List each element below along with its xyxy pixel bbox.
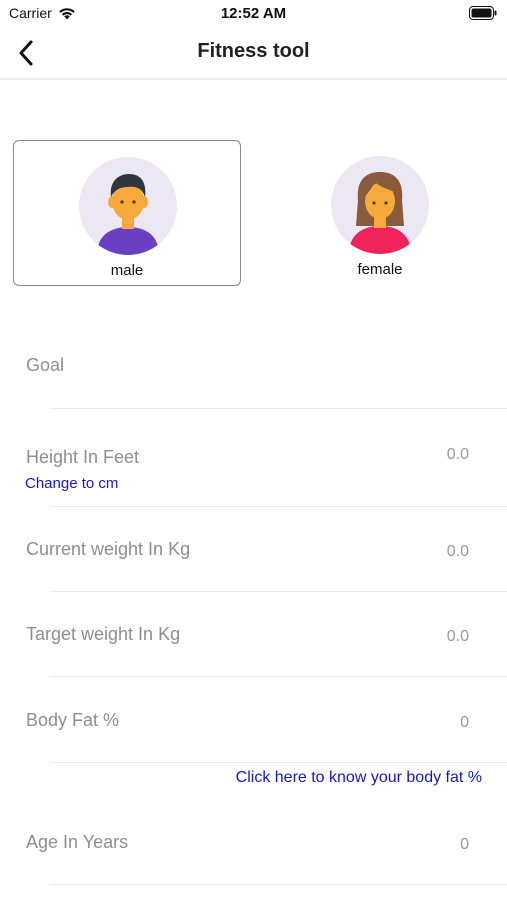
height-input[interactable]: 0.0: [349, 446, 469, 464]
current-weight-input[interactable]: 0.0: [349, 543, 469, 561]
body-fat-label: Body Fat %: [26, 710, 120, 730]
row-divider: [50, 676, 507, 677]
goal-label: Goal: [26, 355, 65, 375]
gender-option-male[interactable]: male: [13, 140, 241, 286]
goal-row[interactable]: Goal: [0, 340, 507, 408]
target-weight-label: Target weight In Kg: [26, 624, 181, 644]
height-label: Height In Feet: [26, 447, 140, 467]
body-fat-info-link[interactable]: Click here to know your body fat %: [236, 769, 482, 787]
page-title: Fitness tool: [197, 40, 310, 62]
gender-option-female[interactable]: female: [266, 140, 494, 286]
target-weight-input[interactable]: 0.0: [349, 628, 469, 646]
change-to-cm-link[interactable]: Change to cm: [25, 475, 118, 492]
age-label: Age In Years: [26, 832, 129, 852]
nav-divider: [0, 78, 507, 80]
battery-icon: [469, 6, 497, 20]
female-avatar-icon: [349, 172, 411, 254]
row-divider: [50, 884, 507, 885]
male-avatar-icon: [97, 174, 159, 255]
row-divider: [50, 408, 507, 409]
age-input[interactable]: 0: [349, 836, 469, 854]
gender-label-male: male: [110, 262, 144, 279]
row-divider: [50, 762, 507, 763]
row-divider: [50, 506, 507, 507]
status-time: 12:52 AM: [220, 5, 287, 22]
male-avatar: [79, 157, 177, 255]
gender-label-female: female: [357, 261, 403, 278]
current-weight-label: Current weight In Kg: [26, 539, 191, 559]
female-avatar: [331, 156, 429, 254]
body-fat-input[interactable]: 0: [349, 714, 469, 732]
row-divider: [50, 591, 507, 592]
